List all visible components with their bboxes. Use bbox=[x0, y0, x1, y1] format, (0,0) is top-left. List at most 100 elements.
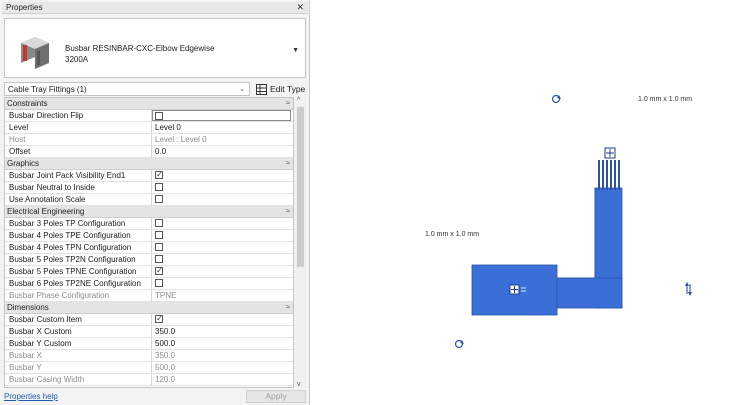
property-row: Busbar X Custom 350.0 bbox=[5, 326, 293, 338]
property-checkbox[interactable] bbox=[155, 266, 163, 276]
property-label: Busbar Neutral to Inside bbox=[5, 182, 152, 193]
scrollbar-thumb[interactable] bbox=[297, 107, 304, 267]
property-value-cell[interactable] bbox=[152, 266, 293, 277]
collapse-icon[interactable]: ≈ bbox=[286, 208, 290, 215]
property-value-cell[interactable] bbox=[152, 182, 293, 193]
property-value: Level : Level 0 bbox=[155, 135, 207, 144]
type-dropdown-icon[interactable]: ▼ bbox=[292, 47, 299, 54]
property-value: 350.0 bbox=[155, 351, 176, 360]
property-label: Busbar Joint Pack Visibility End1 bbox=[5, 170, 152, 181]
property-value-cell[interactable] bbox=[152, 242, 293, 253]
drawing-canvas[interactable]: 1.0 mm x 1.0 mm 1.0 mm x 1.0 mm bbox=[311, 0, 741, 405]
property-checkbox[interactable] bbox=[155, 183, 163, 191]
property-label: Busbar Custom Item bbox=[5, 314, 152, 325]
category-header[interactable]: Constraints ≈ bbox=[5, 98, 293, 110]
property-row: Busbar Y 500.0 bbox=[5, 362, 293, 374]
apply-button[interactable]: Apply bbox=[246, 389, 306, 403]
instance-filter-dropdown[interactable]: Cable Tray Fittings (1) ⌄ bbox=[4, 82, 250, 96]
property-row: Use Annotation Scale bbox=[5, 194, 293, 206]
property-value-cell[interactable] bbox=[152, 194, 293, 205]
connector-grip-top-icon[interactable] bbox=[604, 147, 616, 159]
category-header[interactable]: Electrical Engineering ≈ bbox=[5, 206, 293, 218]
property-checkbox[interactable] bbox=[155, 170, 163, 180]
panel-footer: Properties help Apply bbox=[4, 389, 306, 403]
property-value[interactable]: 500.0 bbox=[152, 338, 293, 349]
type-name-line1: Busbar RESINBAR-CXC-Elbow Edgewise bbox=[65, 44, 215, 53]
property-row: Offset 0.0 bbox=[5, 146, 293, 158]
rotate-control-bottom-icon[interactable] bbox=[454, 339, 465, 349]
property-row: Busbar Neutral to Inside bbox=[5, 182, 293, 194]
property-row: Busbar 4 Poles TPN Configuration bbox=[5, 242, 293, 254]
property-row: Host Level : Level 0 bbox=[5, 134, 293, 146]
property-checkbox[interactable] bbox=[155, 279, 163, 287]
property-row: Busbar Custom Item bbox=[5, 314, 293, 326]
property-value: 120.0 bbox=[155, 375, 176, 384]
properties-help-link[interactable]: Properties help bbox=[4, 392, 58, 401]
property-value-cell[interactable] bbox=[152, 278, 293, 289]
busbar-elbow-thumbnail-icon bbox=[21, 37, 49, 69]
property-row: Busbar 3 Poles TP Configuration bbox=[5, 218, 293, 230]
property-value-cell[interactable] bbox=[152, 110, 293, 121]
edit-type-label: Edit Type bbox=[270, 84, 306, 94]
property-row: Level Level 0 bbox=[5, 122, 293, 134]
rotate-control-top-icon[interactable] bbox=[551, 94, 562, 104]
busbar-conductors bbox=[598, 160, 620, 190]
properties-panel: Properties ✕ Busbar RESINBAR-CXC-Elbow E… bbox=[0, 0, 310, 405]
flip-arrows-icon[interactable] bbox=[685, 282, 692, 296]
property-label: Use Annotation Scale bbox=[5, 194, 152, 205]
property-row: Busbar Y Custom 500.0 bbox=[5, 338, 293, 350]
property-label: Busbar Phase Configuration bbox=[5, 290, 152, 301]
property-row: Busbar 6 Poles TP2NE Configuration bbox=[5, 278, 293, 290]
property-value[interactable]: 350.0 bbox=[152, 326, 293, 337]
property-label: Busbar Y Custom bbox=[5, 338, 152, 349]
property-row: Busbar 5 Poles TPNE Configuration bbox=[5, 266, 293, 278]
property-value[interactable]: 0.0 bbox=[152, 146, 293, 157]
collapse-icon[interactable]: ≈ bbox=[286, 160, 290, 167]
property-value-cell[interactable] bbox=[152, 314, 293, 325]
property-row: Busbar 4 Poles TPE Configuration bbox=[5, 230, 293, 242]
instance-filter-value: Cable Tray Fittings (1) bbox=[8, 84, 87, 94]
close-icon[interactable]: ✕ bbox=[296, 2, 304, 13]
type-name: Busbar RESINBAR-CXC-Elbow Edgewise 3200A bbox=[65, 43, 214, 65]
edit-type-button[interactable]: Edit Type bbox=[256, 83, 306, 95]
scroll-down-icon[interactable]: v bbox=[297, 381, 301, 388]
property-value: TPNE bbox=[155, 291, 177, 300]
property-label: Busbar 5 Poles TP2N Configuration bbox=[5, 254, 152, 265]
property-checkbox[interactable] bbox=[155, 243, 163, 251]
property-label: Busbar 4 Poles TPN Configuration bbox=[5, 242, 152, 253]
type-selector[interactable]: Busbar RESINBAR-CXC-Elbow Edgewise 3200A… bbox=[4, 18, 306, 78]
category-label: Electrical Engineering bbox=[7, 207, 85, 216]
property-value-cell[interactable] bbox=[152, 254, 293, 265]
properties-grid: Constraints ≈ Busbar Direction Flip Level Le… bbox=[4, 97, 294, 388]
category-label: Constraints bbox=[7, 99, 48, 108]
edit-type-icon bbox=[256, 83, 267, 95]
category-header[interactable]: Graphics ≈ bbox=[5, 158, 293, 170]
collapse-icon[interactable]: ≈ bbox=[286, 304, 290, 311]
property-row: Busbar X 350.0 bbox=[5, 350, 293, 362]
property-row: Busbar Casing Width 120.0 bbox=[5, 374, 293, 386]
scroll-up-icon[interactable]: ^ bbox=[297, 97, 300, 104]
category-label: Graphics bbox=[7, 159, 40, 168]
property-label: Busbar X bbox=[5, 350, 152, 361]
busbar-elbow[interactable] bbox=[471, 187, 623, 316]
property-label: Busbar Y bbox=[5, 362, 152, 373]
property-checkbox[interactable] bbox=[155, 231, 163, 239]
property-checkbox[interactable] bbox=[155, 195, 163, 203]
property-checkbox[interactable] bbox=[155, 219, 163, 227]
property-label: Host bbox=[5, 134, 152, 145]
collapse-icon[interactable]: ≈ bbox=[286, 100, 290, 107]
category-header[interactable]: Dimensions ≈ bbox=[5, 302, 293, 314]
panel-title: Properties bbox=[6, 3, 43, 12]
active-cell-editor[interactable] bbox=[152, 110, 291, 121]
property-label: Busbar 6 Poles TP2NE Configuration bbox=[5, 278, 152, 289]
plan-view bbox=[454, 94, 692, 349]
property-checkbox[interactable] bbox=[155, 255, 163, 263]
property-row: Busbar Joint Pack Visibility End1 bbox=[5, 170, 293, 182]
property-checkbox[interactable] bbox=[155, 112, 163, 120]
property-value-cell[interactable] bbox=[152, 170, 293, 181]
property-checkbox[interactable] bbox=[155, 314, 163, 324]
property-value[interactable]: Level 0 bbox=[152, 122, 293, 133]
property-value-cell[interactable] bbox=[152, 230, 293, 241]
properties-scrollbar[interactable]: ^ v bbox=[295, 97, 306, 388]
property-value-cell[interactable] bbox=[152, 218, 293, 229]
